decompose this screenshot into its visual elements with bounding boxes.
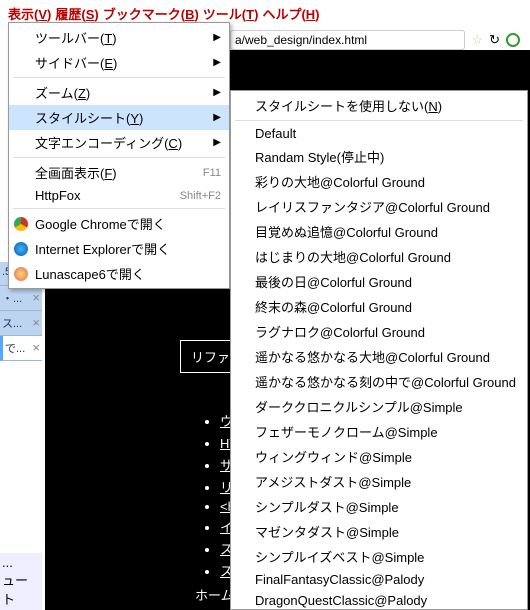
address-bar: ☆ ↻	[230, 30, 520, 50]
option-label: DragonQuestClassic@Palody	[255, 593, 427, 608]
stylesheet-submenu: スタイルシートを使用しない(N) Default Randam Style(停止中)…	[230, 90, 528, 610]
view-menu: ツールバー(T)▶サイドバー(E)▶ズーム(Z)▶スタイルシート(Y)▶文字エン…	[8, 22, 230, 289]
stylesheet-option[interactable]: ラグナロク@Colorful Ground	[231, 319, 527, 344]
separator	[235, 120, 523, 121]
option-label: 終末の森@Colorful Ground	[255, 300, 412, 315]
stylesheet-option[interactable]: ダーククロニクルシンプル@Simple	[231, 394, 527, 419]
stylesheet-option[interactable]: フェザーモノクローム@Simple	[231, 419, 527, 444]
menu-item[interactable]: ブックマーク(B)	[103, 4, 199, 23]
bookmark-icon[interactable]: ☆	[471, 32, 483, 48]
option-label: ラグナロク@Colorful Ground	[255, 325, 425, 340]
option-label: 彩りの大地@Colorful Ground	[255, 175, 425, 190]
menu-item[interactable]: 全画面表示(F) F11	[9, 160, 229, 185]
menu-item[interactable]: ツール(T)	[203, 4, 259, 23]
close-icon[interactable]: ×	[32, 315, 40, 330]
sidebar-tab[interactable]: ・...×	[0, 286, 42, 311]
stylesheet-option[interactable]: 彩りの大地@Colorful Ground	[231, 169, 527, 194]
sidebar-tab[interactable]: で...×	[0, 336, 42, 361]
menu-item[interactable]: ツールバー(T) ▶	[9, 25, 229, 50]
url-input[interactable]	[230, 30, 465, 50]
menu-label: ツールバー(T)	[35, 28, 117, 47]
stylesheet-option[interactable]: はじまりの大地@Colorful Ground	[231, 244, 527, 269]
menu-item[interactable]: Internet Explorerで開く	[9, 236, 229, 261]
menu-label: Internet Explorerで開く	[35, 239, 170, 258]
menu-label: Lunascape6で開く	[35, 264, 145, 283]
menu-item[interactable]: 履歴(S)	[55, 4, 98, 23]
stylesheet-option[interactable]: 遥かなる悠かなる大地@Colorful Ground	[231, 344, 527, 369]
submenu-arrow-icon: ▶	[213, 112, 221, 123]
menu-item[interactable]: ズーム(Z) ▶	[9, 80, 229, 105]
menu-item[interactable]: サイドバー(E) ▶	[9, 50, 229, 75]
bottom-pane: ...ュート	[0, 553, 42, 610]
option-label: FinalFantasyClassic@Palody	[255, 572, 424, 587]
menu-item[interactable]: 表示(V)	[8, 4, 51, 23]
menu-label: Google Chromeで開く	[35, 214, 166, 233]
menu-label: サイドバー(E)	[35, 53, 117, 72]
shortcut-label: F11	[203, 167, 221, 179]
sidebar-tab[interactable]: ス...×	[0, 311, 42, 336]
option-label: ウィングウィンド@Simple	[255, 450, 412, 465]
stylesheet-option[interactable]: 遥かなる悠かなる刻の中で@Colorful Ground	[231, 369, 527, 394]
close-icon[interactable]: ×	[32, 290, 40, 305]
stylesheet-option[interactable]: スタイルシートを使用しない(N)	[231, 93, 527, 118]
option-label: 遥かなる悠かなる刻の中で@Colorful Ground	[255, 375, 516, 390]
pane-item[interactable]: ...	[2, 555, 40, 570]
stylesheet-option[interactable]: Randam Style(停止中)	[231, 144, 527, 169]
option-label: シンプルイズベスト@Simple	[255, 550, 424, 565]
option-label: ダーククロニクルシンプル@Simple	[255, 400, 463, 415]
stylesheet-option[interactable]: FinalFantasyClassic@Palody	[231, 569, 527, 590]
menu-label: 文字エンコーディング(C)	[35, 133, 182, 152]
luna-icon	[14, 267, 28, 281]
stylesheet-option[interactable]: Default	[231, 123, 527, 144]
shortcut-label: Shift+F2	[180, 190, 221, 202]
menu-item[interactable]: Lunascape6で開く	[9, 261, 229, 286]
option-label: レイリスファンタジア@Colorful Ground	[255, 200, 490, 215]
menu-item[interactable]: 文字エンコーディング(C) ▶	[9, 130, 229, 155]
menu-item[interactable]: Google Chromeで開く	[9, 211, 229, 236]
option-label: 目覚めぬ追憶@Colorful Ground	[255, 225, 438, 240]
submenu-arrow-icon: ▶	[213, 137, 221, 148]
stylesheet-option[interactable]: 最後の日@Colorful Ground	[231, 269, 527, 294]
submenu-arrow-icon: ▶	[213, 57, 221, 68]
stylesheet-option[interactable]: ウィングウィンド@Simple	[231, 444, 527, 469]
option-label: Default	[255, 126, 296, 141]
separator	[13, 77, 225, 78]
stylesheet-option[interactable]: シンプルダスト@Simple	[231, 494, 527, 519]
refresh-icon[interactable]: ↻	[489, 32, 500, 48]
option-label: はじまりの大地@Colorful Ground	[255, 250, 451, 265]
stylesheet-option[interactable]: マゼンタダスト@Simple	[231, 519, 527, 544]
option-label: Randam Style(停止中)	[255, 150, 384, 165]
separator	[13, 157, 225, 158]
option-label: フェザーモノクローム@Simple	[255, 425, 438, 440]
pane-item[interactable]: ュー	[2, 570, 40, 589]
stylesheet-option[interactable]: 終末の森@Colorful Ground	[231, 294, 527, 319]
option-label: スタイルシートを使用しない(N)	[255, 99, 442, 114]
option-label: アメジストダスト@Simple	[255, 475, 411, 490]
menu-item[interactable]: スタイルシート(Y) ▶	[9, 105, 229, 130]
menu-label: 全画面表示(F)	[35, 163, 117, 182]
menu-label: ズーム(Z)	[35, 83, 90, 102]
menu-label: スタイルシート(Y)	[35, 108, 143, 127]
status-icon[interactable]	[506, 33, 520, 47]
menu-item[interactable]: ヘルプ(H)	[262, 4, 319, 23]
option-label: 最後の日@Colorful Ground	[255, 275, 412, 290]
submenu-arrow-icon: ▶	[213, 87, 221, 98]
separator	[13, 208, 225, 209]
close-icon[interactable]: ×	[32, 340, 40, 355]
stylesheet-option[interactable]: シンプルイズベスト@Simple	[231, 544, 527, 569]
option-label: マゼンタダスト@Simple	[255, 525, 399, 540]
chrome-icon	[14, 217, 28, 231]
stylesheet-option[interactable]: DragonQuestClassic@Palody	[231, 590, 527, 610]
stylesheet-option[interactable]: 目覚めぬ追憶@Colorful Ground	[231, 219, 527, 244]
menu-label: HttpFox	[35, 188, 81, 203]
pane-item[interactable]: ト	[2, 589, 40, 608]
option-label: 遥かなる悠かなる大地@Colorful Ground	[255, 350, 490, 365]
stylesheet-option[interactable]: レイリスファンタジア@Colorful Ground	[231, 194, 527, 219]
ie-icon	[14, 242, 28, 256]
option-label: シンプルダスト@Simple	[255, 500, 399, 515]
menu-item[interactable]: HttpFox Shift+F2	[9, 185, 229, 206]
submenu-arrow-icon: ▶	[213, 32, 221, 43]
stylesheet-option[interactable]: アメジストダスト@Simple	[231, 469, 527, 494]
